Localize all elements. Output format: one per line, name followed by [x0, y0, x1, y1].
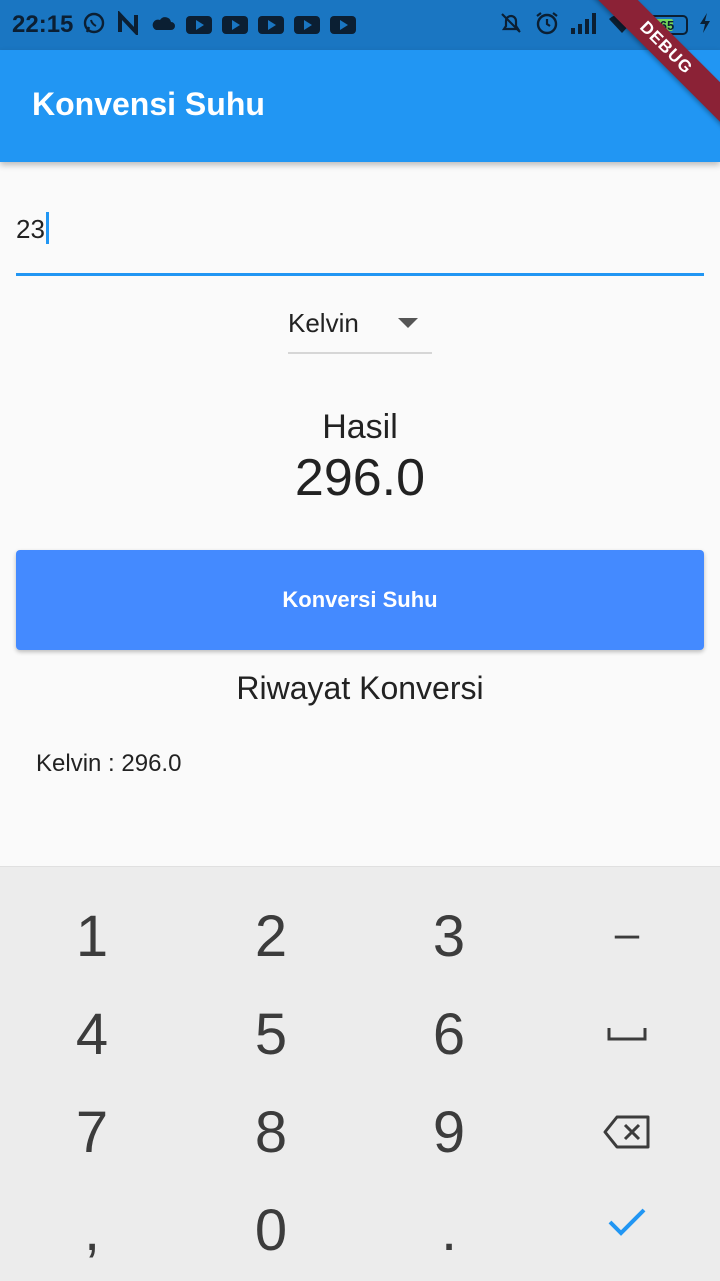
result-label: Hasil [322, 408, 398, 446]
signal-icon [570, 12, 598, 39]
unit-dropdown[interactable]: Kelvin [288, 298, 432, 354]
key-4[interactable]: 4 [2, 985, 182, 1083]
key-1[interactable]: 1 [2, 887, 182, 985]
history-title: Riwayat Konversi [236, 670, 484, 706]
temperature-input-value: 23 [16, 212, 49, 245]
key-comma[interactable]: , [2, 1181, 182, 1279]
numeric-keyboard: 1 2 3 – 4 5 6 7 8 9 , 0 . [0, 866, 720, 1281]
youtube-icon [294, 16, 320, 34]
convert-button[interactable]: Konversi Suhu [16, 550, 704, 650]
youtube-icon [258, 16, 284, 34]
key-5[interactable]: 5 [181, 985, 361, 1083]
status-time: 22:15 [12, 11, 74, 38]
status-notification-icons [82, 9, 356, 40]
key-2[interactable]: 2 [181, 887, 361, 985]
key-minus[interactable]: – [537, 885, 717, 983]
youtube-icon [222, 16, 248, 34]
key-done[interactable] [537, 1173, 717, 1271]
key-dot[interactable]: . [359, 1181, 539, 1279]
youtube-icon [186, 16, 212, 34]
status-system-icons: 65 [498, 10, 712, 40]
key-backspace[interactable] [537, 1083, 717, 1181]
app-bar-title: Konvensi Suhu [32, 86, 265, 122]
temperature-input[interactable]: 23 [16, 200, 704, 276]
key-6[interactable]: 6 [359, 985, 539, 1083]
whatsapp-icon [82, 11, 106, 40]
key-0[interactable]: 0 [181, 1181, 361, 1279]
unit-dropdown-value: Kelvin [288, 308, 359, 338]
history-item: Kelvin : 296.0 [36, 750, 182, 777]
backspace-icon [603, 1115, 650, 1149]
result-value: 296.0 [294, 449, 426, 507]
app-bar: Konvensi Suhu [0, 50, 720, 162]
charging-icon [698, 12, 712, 39]
checkmark-icon [608, 1208, 646, 1236]
cloud-icon [150, 13, 176, 38]
key-7[interactable]: 7 [2, 1083, 182, 1181]
alarm-off-icon [498, 10, 524, 41]
space-icon [607, 1028, 647, 1041]
n-icon [116, 9, 140, 40]
alarm-icon [534, 10, 560, 41]
key-8[interactable]: 8 [181, 1083, 361, 1181]
key-space[interactable] [537, 985, 717, 1083]
youtube-icon [330, 16, 356, 34]
key-9[interactable]: 9 [359, 1083, 539, 1181]
key-3[interactable]: 3 [359, 887, 539, 985]
input-underline [16, 273, 704, 276]
text-cursor [45, 212, 49, 244]
dropdown-arrow-icon [398, 318, 418, 328]
